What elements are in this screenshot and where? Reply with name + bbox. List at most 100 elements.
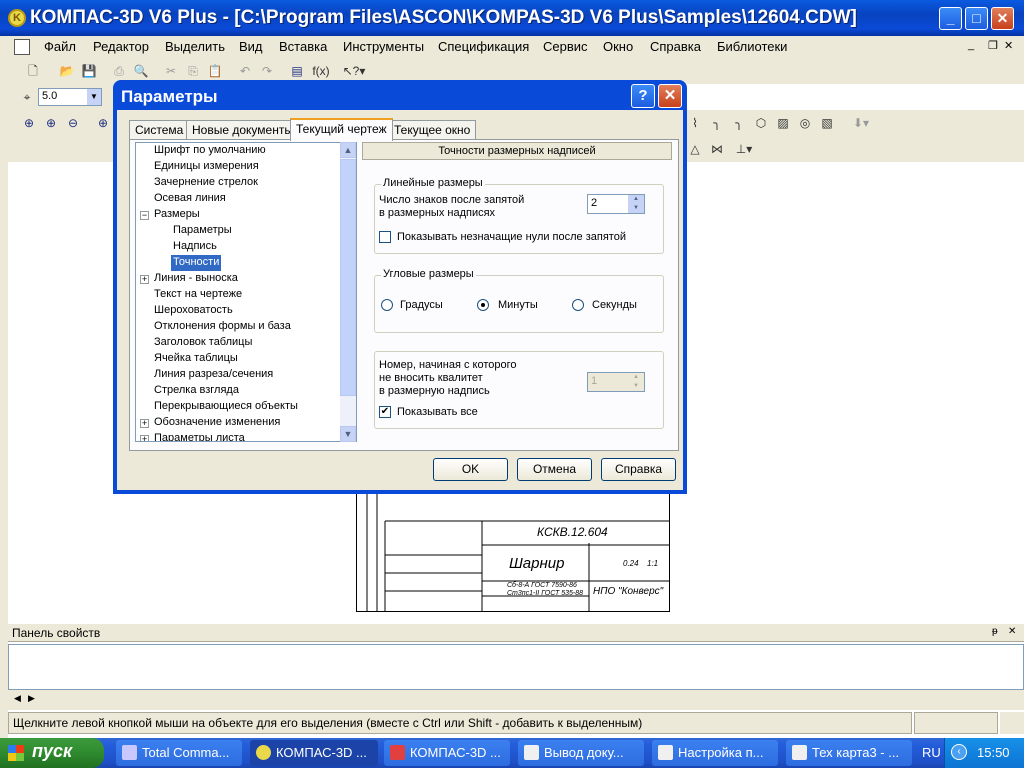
cut-icon[interactable]: ✂ [162,62,180,80]
chamfer-tool-icon[interactable]: ╮ [730,114,748,132]
save-icon[interactable]: 💾 [80,62,98,80]
insert-dropdown-icon[interactable]: ⬇▾ [848,114,874,132]
close-button[interactable]: ✕ [991,7,1014,30]
scroll-right-icon[interactable]: ▶ [28,693,35,704]
help-button[interactable]: Справка [601,458,676,481]
polygon-tool-icon[interactable]: ⬡ [752,114,770,132]
open-folder-icon[interactable]: 📂 [58,62,76,80]
settings-tree[interactable]: Шрифт по умолчанию Единицы измерения Зач… [135,142,357,442]
radio-seconds[interactable] [572,299,584,311]
menu-select[interactable]: Выделить [165,39,225,54]
zoom-out-icon[interactable]: ⊖ [64,114,82,132]
zoom-scale-icon[interactable]: ⊕ [94,114,112,132]
tree-item[interactable]: Обозначение изменения [154,415,280,431]
radio-degrees[interactable] [381,299,393,311]
cancel-button[interactable]: Отмена [517,458,592,481]
task-word-2[interactable]: Настройка п... [652,740,778,766]
tree-item[interactable]: Параметры листа [154,431,245,441]
tab-current-drawing[interactable]: Текущий чертеж [290,118,393,141]
language-indicator[interactable]: RU [922,745,941,760]
pin-icon[interactable]: ᵽ [992,626,998,637]
scroll-up-icon[interactable]: ▲ [340,142,356,158]
tree-item[interactable]: Размеры [154,207,200,223]
panel-close-icon[interactable]: ✕ [1008,626,1016,637]
redo-icon[interactable]: ↷ [258,62,276,80]
tree-item[interactable]: Шероховатость [154,303,233,319]
print-icon[interactable]: ⎙ [110,62,128,80]
menu-file[interactable]: Файл [44,39,76,54]
radio-minutes[interactable] [477,299,489,311]
menu-libraries[interactable]: Библиотеки [717,39,787,54]
tray-expand-icon[interactable]: ‹ [951,744,967,760]
doc-restore-icon[interactable]: ❐ [988,39,998,52]
menu-tools[interactable]: Инструменты [343,39,424,54]
menu-help[interactable]: Справка [650,39,701,54]
expand-icon[interactable]: + [140,419,149,428]
digits-stepper[interactable]: 2 ▲ ▼ [587,194,645,214]
doc-close-icon[interactable]: ✕ [1004,39,1013,52]
tree-item[interactable]: Заголовок таблицы [154,335,252,351]
scroll-thumb[interactable] [340,159,356,396]
show-zeros-checkbox[interactable] [379,231,391,243]
calculator-icon[interactable]: ▤ [288,62,306,80]
tree-scrollbar[interactable]: ▲ ▼ [340,142,356,442]
spin-up-icon[interactable]: ▲ [628,195,644,204]
roughness-dropdown-icon[interactable]: ⊥▾ [730,140,758,158]
expand-icon[interactable]: + [140,435,149,441]
rectangle-hatch-icon[interactable]: ▧ [818,114,836,132]
task-word-1[interactable]: Вывод доку... [518,740,644,766]
zoom-window-icon[interactable]: ⊕ [42,114,60,132]
circle-tangent-icon[interactable]: ◎ [796,114,814,132]
tree-item[interactable]: Линия разреза/сечения [154,367,273,383]
task-word-3[interactable]: Тех карта3 - ... [786,740,912,766]
copy-icon[interactable]: ⎘ [184,62,202,80]
task-kompas-1[interactable]: КОМПАС-3D ... [250,740,378,766]
spin-down-icon[interactable]: ▼ [628,204,644,213]
scroll-left-icon[interactable]: ◀ [14,693,21,704]
start-button[interactable]: пуск [0,738,104,768]
task-total-commander[interactable]: Total Comma... [116,740,242,766]
menu-edit[interactable]: Редактор [93,39,149,54]
tree-item[interactable]: Зачернение стрелок [154,175,258,191]
dialog-close-button[interactable]: ✕ [658,84,682,108]
menu-specification[interactable]: Спецификация [438,39,529,54]
minimize-button[interactable]: _ [939,7,962,30]
task-kompas-2[interactable]: КОМПАС-3D ... [384,740,510,766]
zoom-in-icon[interactable]: ⊕ [20,114,38,132]
bow-tie-icon[interactable]: ⋈ [708,140,726,158]
tree-item[interactable]: Линия - выноска [154,271,238,287]
menu-service[interactable]: Сервис [543,39,588,54]
collapse-icon[interactable]: − [140,211,149,220]
tolerance-stepper[interactable]: 1 ▲ ▼ [587,372,645,392]
preview-icon[interactable]: 🔍 [132,62,150,80]
dialog-help-button[interactable]: ? [631,84,655,108]
menu-window[interactable]: Окно [603,39,633,54]
tree-item[interactable]: Параметры [173,223,232,239]
document-icon[interactable] [14,39,30,55]
menu-view[interactable]: Вид [239,39,263,54]
menu-insert[interactable]: Вставка [279,39,327,54]
scroll-down-icon[interactable]: ▼ [340,426,356,442]
tree-item[interactable]: Шрифт по умолчанию [154,143,266,159]
main-titlebar[interactable]: K КОМПАС-3D V6 Plus - [C:\Program Files\… [0,0,1024,36]
help-pointer-icon[interactable]: ↖?▾ [340,62,368,80]
step-field[interactable]: 5.0 ▼ [38,88,102,106]
step-dropdown-icon[interactable]: ▼ [87,89,101,105]
tree-item[interactable]: Ячейка таблицы [154,351,238,367]
tab-current-window[interactable]: Текущее окно [388,120,477,140]
angle-tool-icon[interactable]: △ [686,140,704,158]
tree-item[interactable]: Отклонения формы и база [154,319,291,335]
tree-item[interactable]: Стрелка взгляда [154,383,239,399]
function-icon[interactable]: f(x) [310,62,332,80]
undo-icon[interactable]: ↶ [236,62,254,80]
fillet-tool-icon[interactable]: ╮ [708,114,726,132]
tree-item[interactable]: Текст на чертеже [154,287,242,303]
show-all-checkbox[interactable]: ✔ [379,406,391,418]
tree-item[interactable]: Единицы измерения [154,159,259,175]
tree-item[interactable]: Надпись [173,239,217,255]
tree-item[interactable]: Перекрывающиеся объекты [154,399,298,415]
paste-icon[interactable]: 📋 [206,62,224,80]
tree-item-selected[interactable]: Точности [171,255,222,271]
title-block[interactable]: КСКВ.12.604 Шарнир 0.24 1:1 Сб-8-А ГОСТ … [356,492,670,612]
tab-new-documents[interactable]: Новые документы [186,120,299,140]
